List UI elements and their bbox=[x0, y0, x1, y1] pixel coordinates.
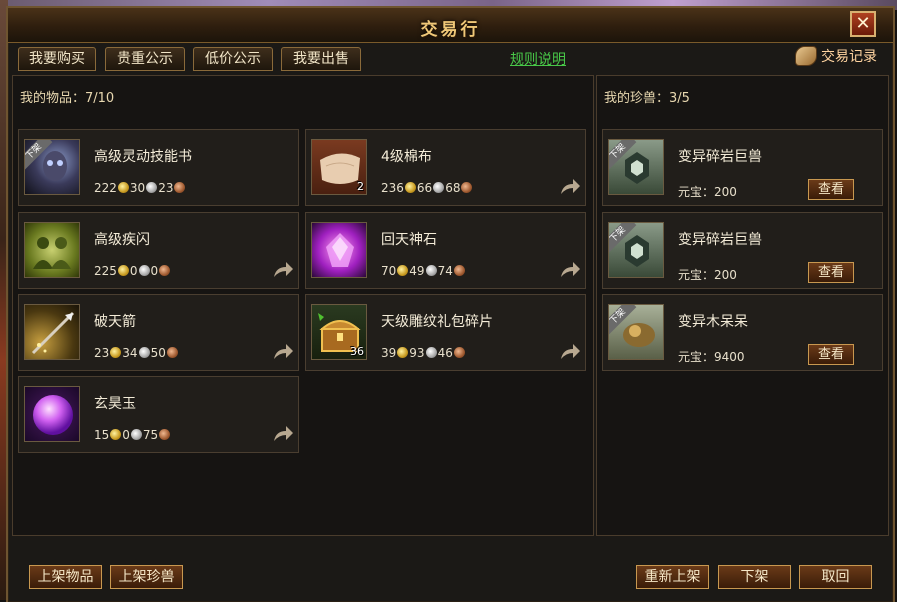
list-pet-button[interactable]: 上架珍兽 bbox=[110, 565, 183, 589]
view-button[interactable]: 查看 bbox=[808, 179, 854, 200]
window-title: 交易行 bbox=[420, 20, 481, 40]
share-arrow-icon[interactable] bbox=[559, 261, 581, 279]
view-button[interactable]: 查看 bbox=[808, 262, 854, 283]
share-arrow-icon[interactable] bbox=[559, 178, 581, 196]
item-name: 高级疾闪 bbox=[94, 232, 150, 248]
item-name: 天级雕纹礼包碎片 bbox=[381, 314, 493, 330]
gold-coin-icon bbox=[397, 265, 409, 276]
gold-coin-icon bbox=[404, 182, 416, 193]
copper-coin-icon bbox=[174, 182, 186, 193]
skill-book-icon: 下架 bbox=[24, 139, 80, 195]
pet-name: 变异木呆呆 bbox=[678, 314, 748, 330]
item-slot[interactable]: 回天神石 70 49 74 bbox=[305, 212, 586, 289]
close-button[interactable]: ✕ bbox=[850, 11, 876, 37]
item-name: 4级棉布 bbox=[381, 149, 432, 165]
gold-coin-icon bbox=[117, 265, 129, 276]
item-price: 225 0 0 bbox=[94, 264, 171, 278]
trade-record-label: 交易记录 bbox=[821, 49, 877, 65]
item-quantity: 36 bbox=[350, 345, 364, 358]
item-slot[interactable]: 下架 高级灵动技能书 222 30 23 bbox=[18, 129, 299, 206]
silver-coin-icon bbox=[425, 347, 437, 358]
item-slot[interactable]: 破天箭 23 34 50 bbox=[18, 294, 299, 371]
tab-buy[interactable]: 我要购买 bbox=[18, 47, 96, 71]
item-price: 222 30 23 bbox=[94, 181, 186, 195]
pet-name: 变异碎岩巨兽 bbox=[678, 149, 762, 165]
divine-stone-icon bbox=[311, 222, 367, 278]
copper-coin-icon bbox=[461, 182, 473, 193]
rock-beast-icon: 下架 bbox=[608, 222, 664, 278]
share-arrow-icon[interactable] bbox=[272, 343, 294, 361]
item-name: 回天神石 bbox=[381, 232, 437, 248]
pet-price: 元宝：200 bbox=[678, 268, 737, 282]
wood-pet-icon: 下架 bbox=[608, 304, 664, 360]
pet-slot[interactable]: 下架 变异碎岩巨兽 元宝：200 查看 bbox=[602, 212, 883, 289]
relist-button[interactable]: 重新上架 bbox=[636, 565, 709, 589]
copper-coin-icon bbox=[453, 347, 465, 358]
item-price: 70 49 74 bbox=[381, 264, 466, 278]
item-slot[interactable]: 36 天级雕纹礼包碎片 39 93 46 bbox=[305, 294, 586, 371]
pet-slot[interactable]: 下架 变异碎岩巨兽 元宝：200 查看 bbox=[602, 129, 883, 206]
gold-coin-icon bbox=[397, 347, 409, 358]
tab-sell[interactable]: 我要出售 bbox=[281, 47, 361, 71]
title-bar[interactable]: 交易行 ✕ bbox=[8, 8, 893, 43]
gift-chest-icon: 36 bbox=[311, 304, 367, 360]
tab-valuable-notice[interactable]: 贵重公示 bbox=[105, 47, 185, 71]
share-arrow-icon[interactable] bbox=[272, 425, 294, 443]
list-item-button[interactable]: 上架物品 bbox=[29, 565, 102, 589]
my-items-header: 我的物品：7/10 bbox=[20, 91, 115, 106]
silver-coin-icon bbox=[146, 182, 158, 193]
share-arrow-icon[interactable] bbox=[559, 343, 581, 361]
silver-coin-icon bbox=[138, 265, 150, 276]
item-price: 23 34 50 bbox=[94, 346, 179, 360]
gold-coin-icon bbox=[117, 182, 129, 193]
copper-coin-icon bbox=[159, 429, 171, 440]
copper-coin-icon bbox=[453, 265, 465, 276]
gold-coin-icon bbox=[110, 347, 122, 358]
swift-dodge-icon bbox=[24, 222, 80, 278]
item-slot[interactable]: 高级疾闪 225 0 0 bbox=[18, 212, 299, 289]
pet-price: 元宝：200 bbox=[678, 185, 737, 199]
item-name: 玄昊玉 bbox=[94, 396, 136, 412]
item-slot[interactable]: 2 4级棉布 236 66 68 bbox=[305, 129, 586, 206]
silver-coin-icon bbox=[138, 347, 150, 358]
rock-beast-icon: 下架 bbox=[608, 139, 664, 195]
view-button[interactable]: 查看 bbox=[808, 344, 854, 365]
pet-name: 变异碎岩巨兽 bbox=[678, 232, 762, 248]
item-price: 39 93 46 bbox=[381, 346, 466, 360]
trade-house-window: 交易行 ✕ 我要购买 贵重公示 低价公示 我要出售 规则说明 交易记录 我的物品… bbox=[6, 6, 895, 602]
my-pets-panel: 我的珍兽：3/5 下架 变异碎岩巨兽 元宝：200 查看 下架 变异碎岩巨兽 元… bbox=[596, 75, 889, 536]
item-name: 高级灵动技能书 bbox=[94, 149, 192, 165]
trade-record-button[interactable]: 交易记录 bbox=[795, 46, 877, 70]
my-items-panel: 我的物品：7/10 下架 高级灵动技能书 222 30 23 2 4级棉布 236 6… bbox=[12, 75, 594, 536]
item-slot[interactable]: 玄昊玉 15 0 75 bbox=[18, 376, 299, 453]
copper-coin-icon bbox=[166, 347, 178, 358]
jade-orb-icon bbox=[24, 386, 80, 442]
item-price: 236 66 68 bbox=[381, 181, 473, 195]
silver-coin-icon bbox=[130, 429, 142, 440]
retrieve-button[interactable]: 取回 bbox=[799, 565, 872, 589]
scroll-icon bbox=[795, 46, 817, 66]
item-name: 破天箭 bbox=[94, 314, 136, 330]
item-price: 15 0 75 bbox=[94, 428, 171, 442]
copper-coin-icon bbox=[159, 265, 171, 276]
silver-coin-icon bbox=[425, 265, 437, 276]
pet-price: 元宝：9400 bbox=[678, 350, 745, 364]
gold-coin-icon bbox=[110, 429, 122, 440]
delist-button[interactable]: 下架 bbox=[718, 565, 791, 589]
pet-slot[interactable]: 下架 变异木呆呆 元宝：9400 查看 bbox=[602, 294, 883, 371]
tab-lowprice-notice[interactable]: 低价公示 bbox=[193, 47, 273, 71]
silver-coin-icon bbox=[433, 182, 445, 193]
item-quantity: 2 bbox=[357, 180, 364, 193]
rules-link[interactable]: 规则说明 bbox=[510, 49, 566, 69]
cotton-cloth-icon: 2 bbox=[311, 139, 367, 195]
arrow-item-icon bbox=[24, 304, 80, 360]
my-pets-header: 我的珍兽：3/5 bbox=[604, 91, 690, 106]
share-arrow-icon[interactable] bbox=[272, 261, 294, 279]
